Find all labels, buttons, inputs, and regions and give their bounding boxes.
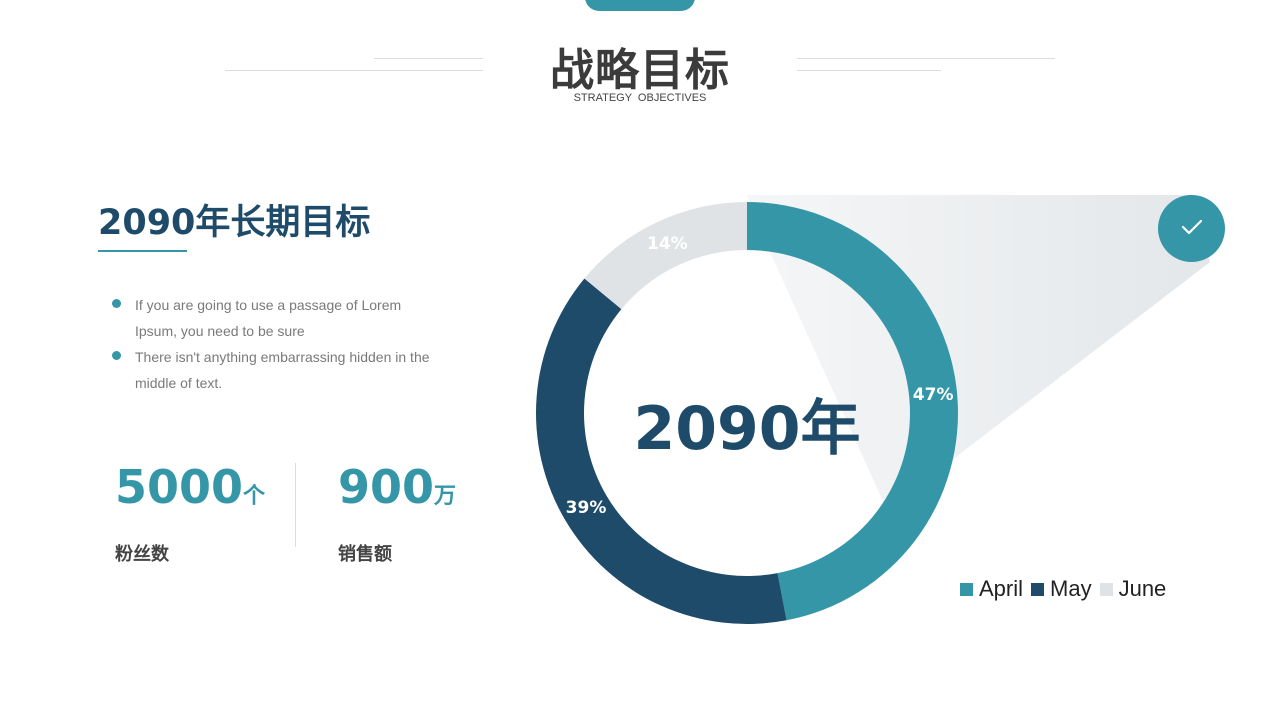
legend-label: April <box>979 576 1024 601</box>
slice-label-april: 47% <box>912 385 954 406</box>
slice-label-may: 39% <box>565 498 607 519</box>
check-icon <box>1179 214 1205 244</box>
chart-center-label: 2090年 <box>633 394 861 464</box>
chart-legend: April May June <box>960 576 1174 602</box>
donut-chart <box>535 195 1210 625</box>
legend-swatch <box>1099 582 1113 596</box>
legend-label: June <box>1118 576 1167 601</box>
legend-item-april: April <box>960 576 1023 602</box>
donut-slice-june <box>584 202 747 310</box>
legend-label: May <box>1050 576 1092 601</box>
legend-item-may: May <box>1031 576 1092 602</box>
legend-swatch <box>960 582 973 596</box>
legend-swatch <box>1031 582 1045 596</box>
slice-label-june: 14% <box>647 233 688 254</box>
check-badge <box>1158 195 1225 262</box>
legend-item-june: June <box>1099 576 1167 602</box>
